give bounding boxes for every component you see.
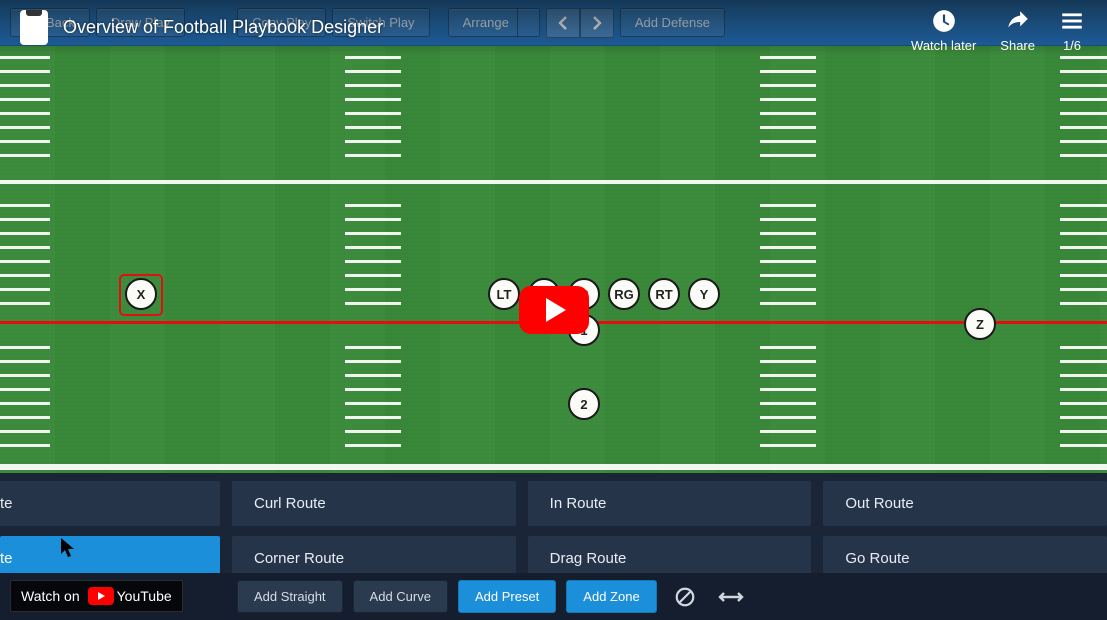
route-col-2: Curl RouteCorner Route — [232, 473, 516, 573]
watch-on-label: Watch on — [21, 588, 80, 604]
playlist-nav-button[interactable]: 1/6 — [1059, 8, 1085, 53]
hash-marks — [1060, 46, 1107, 473]
hash-marks — [345, 46, 401, 473]
youtube-header-overlay: Overview of Football Playbook Designer W… — [0, 0, 1107, 55]
youtube-logo: YouTube — [88, 587, 172, 605]
route-te[interactable]: te — [0, 481, 220, 526]
player-x[interactable]: X — [125, 278, 157, 310]
watch-later-button[interactable]: Watch later — [911, 8, 976, 53]
route-out-route[interactable]: Out Route — [823, 481, 1107, 526]
field-texture — [0, 46, 1107, 473]
swap-icon[interactable] — [713, 581, 749, 613]
video-title[interactable]: Overview of Football Playbook Designer — [63, 17, 383, 38]
football-field[interactable]: XLTLGCRGRTY12Z — [0, 46, 1107, 473]
youtube-icon — [88, 587, 114, 605]
route-col-4: Out RouteGo Route — [823, 473, 1107, 573]
playlist-icon — [1059, 8, 1085, 34]
watch-later-label: Watch later — [911, 38, 976, 53]
add-zone-button[interactable]: Add Zone — [566, 580, 656, 613]
share-button[interactable]: Share — [1000, 8, 1035, 53]
route-in-route[interactable]: In Route — [528, 481, 812, 526]
player-lt[interactable]: LT — [488, 278, 520, 310]
yardline — [0, 180, 1107, 184]
player-rg[interactable]: RG — [608, 278, 640, 310]
video-frame: Go Back Draw Play Copy Play Switch Play … — [0, 0, 1107, 620]
route-panels: tete Curl RouteCorner Route In RouteDrag… — [0, 473, 1107, 573]
add-preset-button[interactable]: Add Preset — [458, 580, 556, 613]
player-2[interactable]: 2 — [568, 388, 600, 420]
add-curve-button[interactable]: Add Curve — [353, 580, 448, 613]
hash-marks — [0, 46, 50, 473]
player-rt[interactable]: RT — [648, 278, 680, 310]
youtube-play-button[interactable] — [519, 286, 589, 334]
add-straight-button[interactable]: Add Straight — [237, 580, 343, 613]
hash-marks — [760, 46, 816, 473]
clear-icon[interactable] — [667, 581, 703, 613]
yardline — [0, 464, 1107, 470]
clock-icon — [931, 8, 957, 34]
playlist-position: 1/6 — [1063, 38, 1081, 53]
share-label: Share — [1000, 38, 1035, 53]
route-col-3: In RouteDrag Route — [528, 473, 812, 573]
watch-on-youtube[interactable]: Watch on YouTube — [10, 580, 183, 612]
route-col-1: tete — [0, 473, 220, 573]
player-z[interactable]: Z — [964, 308, 996, 340]
share-icon — [1005, 8, 1031, 34]
route-curl-route[interactable]: Curl Route — [232, 481, 516, 526]
channel-avatar[interactable] — [20, 10, 48, 45]
player-y[interactable]: Y — [688, 278, 720, 310]
cursor-icon — [60, 537, 78, 564]
